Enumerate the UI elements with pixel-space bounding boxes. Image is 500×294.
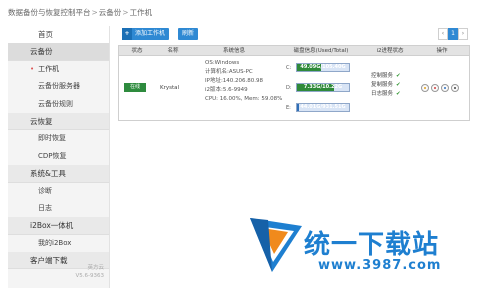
column-header-actions: 操作 — [436, 48, 448, 54]
current-page-button[interactable]: 1 — [448, 28, 458, 40]
workstation-name: Krystal — [160, 85, 180, 91]
disk-usage-text: 7.33G/10.22G — [303, 84, 343, 90]
workstation-table: 状态 名称 系统信息 磁盘信息(Used/Total) i2进程状态 操作 在线… — [118, 45, 470, 121]
table-row[interactable]: 在线 Krystal OS:Windows 计算机名:ASUS-PC IP地址:… — [119, 56, 469, 121]
disk-usage-text: 49.09G/105.40G — [300, 64, 346, 70]
disk-label: E: — [286, 105, 291, 111]
refresh-button[interactable]: 刷新 — [178, 28, 199, 40]
sidebar-group-cloud-backup[interactable]: 云备份 — [8, 43, 109, 61]
breadcrumb-item-cloud-backup[interactable]: 云备份 — [99, 8, 122, 17]
add-workstation-label: 添加工作机 — [135, 30, 166, 37]
version-info-cell: i2版本:5.6-9949 — [205, 87, 248, 93]
plus-icon: + — [122, 28, 132, 40]
check-icon: ✔ — [396, 82, 401, 88]
settings-icon[interactable] — [451, 84, 459, 92]
sidebar-group-system-tools[interactable]: 系统&工具 — [8, 165, 109, 183]
pagination: ‹ 1 › — [438, 28, 468, 40]
check-icon: ✔ — [396, 73, 401, 79]
sidebar-item-logs[interactable]: 日志 — [8, 200, 109, 217]
next-page-button[interactable]: › — [458, 28, 468, 40]
row-actions — [421, 84, 459, 92]
column-header-process: i2进程状态 — [376, 48, 404, 54]
log-service-status: 日志服务 ✔ — [371, 90, 401, 99]
control-service-status: 控制服务 ✔ — [371, 72, 401, 81]
sidebar-item-my-i2box[interactable]: 我的i2Box — [8, 235, 109, 252]
cpu-mem-info: CPU: 16.00%, Mem: 59.08% — [205, 96, 283, 102]
sidebar-item-home[interactable]: 首页 — [8, 26, 109, 44]
sidebar-item-workstation[interactable]: • 工作机 — [8, 61, 109, 78]
watermark-title: 统一下载站 — [304, 230, 440, 260]
check-icon: ✔ — [396, 91, 401, 97]
disk-usage-e: E: 44.01G/931.51G — [286, 103, 366, 113]
site-watermark: 统一下载站 www.3987.com — [248, 214, 448, 284]
breadcrumb-item-workstation: 工作机 — [129, 8, 153, 17]
brand-label: 英方云 — [87, 265, 104, 271]
breadcrumb: 数据备份与恢复控制平台>云备份>工作机 — [8, 8, 153, 17]
disk-usage-bar: 7.33G/10.22G — [296, 83, 350, 92]
column-header-status: 状态 — [131, 48, 143, 54]
system-info: OS:Windows 计算机名:ASUS-PC IP地址:140.206.80.… — [205, 59, 282, 104]
disk-usage-bar: 49.09G/105.40G — [296, 63, 350, 72]
computer-name-info: 计算机名:ASUS-PC — [205, 69, 253, 75]
disk-usage-c: C: 49.09G/105.40G — [286, 63, 366, 73]
service-label: 控制服务 — [371, 73, 394, 79]
prev-page-button[interactable]: ‹ — [438, 28, 448, 40]
sidebar-item-diagnose[interactable]: 诊断 — [8, 183, 109, 200]
disk-usage-d: D: 7.33G/10.22G — [286, 83, 366, 93]
delete-icon[interactable] — [431, 84, 439, 92]
watermark-logo-icon — [250, 218, 302, 272]
edit-icon[interactable] — [421, 84, 429, 92]
sidebar-item-backup-server[interactable]: 云备份服务器 — [8, 78, 109, 95]
status-badge: 在线 — [124, 83, 146, 92]
info-icon[interactable] — [441, 84, 449, 92]
sidebar-item-instant-restore[interactable]: 即时恢复 — [8, 130, 109, 147]
process-status: 控制服务 ✔ 复制服务 ✔ 日志服务 ✔ — [371, 72, 401, 99]
disk-usage-bar: 44.01G/931.51G — [296, 103, 350, 112]
ip-info: IP地址:140.206.80.98 — [205, 78, 264, 84]
service-label: 日志服务 — [371, 91, 394, 97]
disk-usage-text: 44.01G/931.51G — [300, 104, 346, 110]
disk-label: D: — [286, 85, 292, 91]
column-header-name: 名称 — [167, 48, 179, 54]
bullet-icon: • — [30, 64, 35, 73]
os-info: OS:Windows — [205, 60, 240, 66]
sidebar-item-cdp-restore[interactable]: CDP恢复 — [8, 148, 109, 165]
add-workstation-button[interactable]: + 添加工作机 — [122, 28, 170, 40]
replication-service-status: 复制服务 ✔ — [371, 81, 401, 90]
watermark-url: www.3987.com — [318, 258, 442, 273]
disk-label: C: — [286, 65, 292, 71]
sidebar-group-cloud-restore[interactable]: 云恢复 — [8, 112, 109, 131]
version-info: 英方云 V5.6-9363 — [8, 264, 110, 280]
column-header-disk: 磁盘信息(Used/Total) — [293, 48, 349, 54]
sidebar-item-backup-rules[interactable]: 云备份规则 — [8, 96, 109, 113]
service-label: 复制服务 — [371, 82, 394, 88]
toolbar: + 添加工作机 刷新 ‹ 1 › — [118, 26, 468, 42]
breadcrumb-item-platform[interactable]: 数据备份与恢复控制平台 — [8, 8, 91, 17]
table-header: 状态 名称 系统信息 磁盘信息(Used/Total) i2进程状态 操作 — [119, 46, 469, 56]
sidebar-item-label: 工作机 — [38, 64, 60, 73]
sidebar: 首页 云备份 • 工作机 云备份服务器 云备份规则 云恢复 即时恢复 CDP恢复 … — [8, 26, 110, 288]
column-header-sysinfo: 系统信息 — [222, 48, 245, 54]
sidebar-group-i2box[interactable]: i2Box一体机 — [8, 217, 109, 235]
version-label: V5.6-9363 — [75, 273, 105, 279]
